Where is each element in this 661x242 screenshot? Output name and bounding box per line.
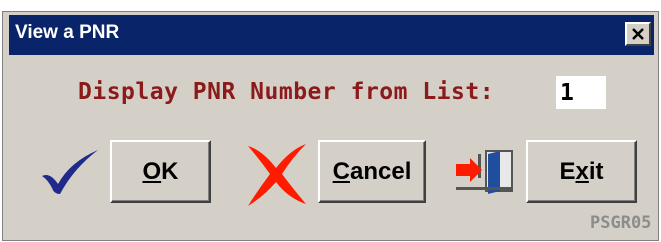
cancel-accelerator: C (332, 157, 350, 185)
title-bar: View a PNR (9, 15, 654, 55)
checkmark-icon (42, 150, 98, 194)
view-pnr-dialog: View a PNR (2, 11, 659, 241)
screen-id-label: PSGR05 (590, 213, 652, 233)
red-x-icon (248, 144, 306, 206)
cancel-button[interactable]: Cancel (318, 140, 426, 203)
window-title: View a PNR (15, 22, 120, 43)
close-icon (632, 28, 644, 40)
exit-door-icon (456, 150, 513, 194)
ok-button[interactable]: OK (110, 140, 211, 203)
exit-button[interactable]: Ex it (526, 140, 637, 203)
pnr-prompt-label: Display PNR Number from List: (78, 79, 495, 105)
exit-label-start: E (559, 157, 576, 185)
exit-accelerator: x (575, 157, 589, 185)
close-button[interactable] (625, 22, 651, 46)
ok-accelerator: O (142, 157, 162, 185)
cancel-label: ancel (349, 157, 412, 185)
ok-label: K (161, 157, 179, 185)
exit-label-end: it (588, 157, 604, 185)
pnr-number-input[interactable] (556, 76, 606, 109)
